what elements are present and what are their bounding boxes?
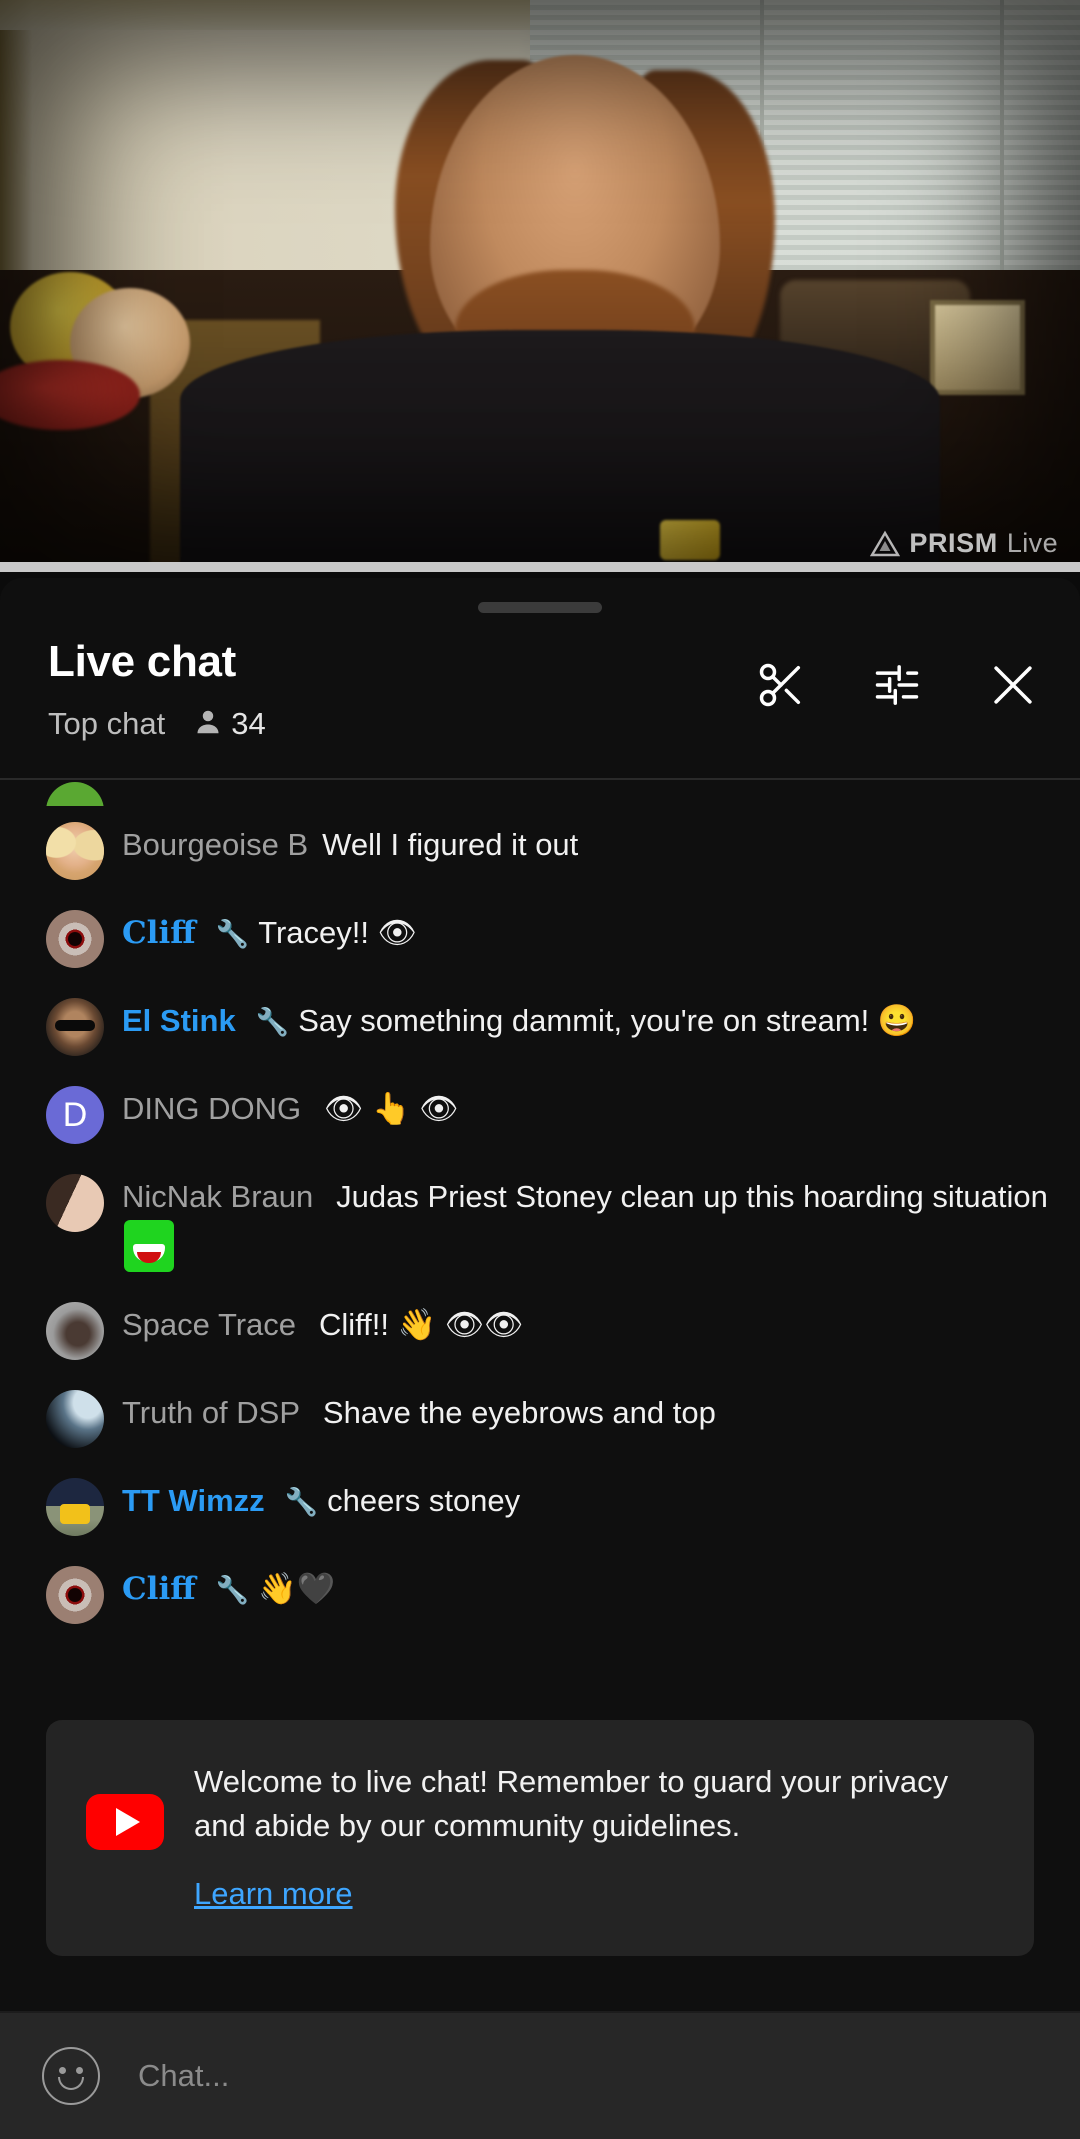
avatar[interactable] — [46, 1174, 104, 1232]
watermark-suffix: Live — [1006, 528, 1058, 558]
chat-username[interactable]: DING DONG — [122, 1091, 301, 1126]
live-chat-notice: Welcome to live chat! Remember to guard … — [46, 1720, 1034, 1957]
prism-triangle-icon — [870, 530, 901, 558]
chat-mode-label[interactable]: Top chat — [48, 706, 165, 742]
avatar-initial: D — [46, 1086, 104, 1144]
chat-message[interactable]: El Stink 🔧 Say something dammit, you're o… — [0, 982, 1080, 1070]
video-progress-bar[interactable] — [0, 562, 1080, 572]
learn-more-link[interactable]: Learn more — [194, 1876, 353, 1912]
custom-emoji-green-face — [124, 1219, 174, 1272]
chat-message[interactable]: Truth of DSP Shave the eyebrows and top — [0, 1374, 1080, 1462]
chat-username[interactable]: El Stink — [122, 1003, 236, 1038]
chat-input-bar[interactable]: Chat... — [0, 2011, 1080, 2139]
chat-message-text: cheers stoney — [327, 1482, 521, 1518]
avatar[interactable]: D — [46, 1086, 104, 1144]
chat-message-text: 👁 👆 👁 — [324, 1091, 459, 1126]
chat-message-text: Shave the eyebrows and top — [322, 1394, 716, 1430]
chat-message-text: Tracey!! 👁 — [258, 915, 417, 950]
chat-message-partial[interactable] — [0, 780, 1080, 806]
moderator-badge-icon: 🔧 — [215, 1574, 250, 1605]
avatar[interactable] — [46, 910, 104, 968]
chat-message-list[interactable]: Bourgeoise B Well I figured it out Cliff 🔧… — [0, 780, 1080, 1708]
youtube-logo-icon — [86, 1794, 164, 1850]
chat-message[interactable]: Cliff 🔧 👋🖤 — [0, 1550, 1080, 1638]
chat-message-text: Well I figured it out — [322, 827, 579, 862]
prism-live-watermark: PRISM Live — [870, 528, 1058, 559]
chat-username[interactable]: Bourgeoise B — [122, 827, 308, 862]
moderator-badge-icon: 🔧 — [284, 1486, 319, 1517]
watermark-brand: PRISM — [909, 528, 998, 558]
video-vignette — [0, 0, 1080, 572]
chat-username[interactable]: Space Trace — [122, 1307, 296, 1342]
notice-text: Welcome to live chat! Remember to guard … — [194, 1764, 949, 1844]
chat-username[interactable]: Cliff — [122, 1571, 196, 1607]
chat-message[interactable]: Bourgeoise B Well I figured it out — [0, 806, 1080, 894]
avatar[interactable] — [46, 822, 104, 880]
moderator-badge-icon: 🔧 — [215, 919, 250, 949]
tune-icon[interactable] — [868, 656, 926, 714]
avatar[interactable] — [46, 998, 104, 1056]
chat-message[interactable]: D DING DONG 👁 👆 👁 — [0, 1070, 1080, 1158]
chat-message-text: Say something dammit, you're on stream! … — [298, 1003, 917, 1038]
youtube-live-chat-screen: PRISM Live Live chat Top chat 34 Bourgeo… — [0, 0, 1080, 2139]
scissors-icon[interactable] — [752, 656, 810, 714]
moderator-badge-icon: 🔧 — [255, 1007, 290, 1037]
chat-message[interactable]: Cliff 🔧 Tracey!! 👁 — [0, 894, 1080, 982]
chat-username[interactable]: NicNak Braun — [122, 1179, 313, 1214]
notice-wrapper: Welcome to live chat! Remember to guard … — [0, 1708, 1080, 1957]
close-icon[interactable] — [984, 656, 1042, 714]
chat-username[interactable]: TT Wimzz — [122, 1483, 265, 1518]
viewer-count-group: 34 — [193, 706, 266, 742]
emoji-smiley-icon[interactable] — [42, 2047, 100, 2105]
person-icon — [193, 707, 223, 742]
avatar[interactable] — [46, 1389, 104, 1448]
avatar[interactable] — [46, 782, 104, 806]
avatar[interactable] — [46, 1477, 104, 1536]
viewer-count: 34 — [231, 706, 266, 741]
chat-username[interactable]: Truth of DSP — [122, 1395, 300, 1430]
chat-message[interactable]: TT Wimzz 🔧 cheers stoney — [0, 1462, 1080, 1550]
chat-header-actions — [752, 656, 1042, 714]
avatar[interactable] — [46, 1565, 104, 1624]
chat-username[interactable]: Cliff — [122, 915, 196, 951]
chat-message[interactable]: NicNak Braun Judas Priest Stoney clean u… — [0, 1158, 1080, 1286]
chat-message-text: 👋🖤 — [258, 1570, 336, 1606]
chat-header: Live chat Top chat 34 — [0, 578, 1080, 778]
chat-message[interactable]: Space Trace Cliff!! 👋 👁👁 — [0, 1286, 1080, 1374]
chat-message-text: Cliff!! 👋 👁👁 — [318, 1306, 524, 1342]
avatar[interactable] — [46, 1301, 104, 1360]
chat-message-text: Judas Priest Stoney clean up this hoardi… — [336, 1179, 1048, 1214]
video-player[interactable]: PRISM Live — [0, 0, 1080, 572]
chat-input[interactable]: Chat... — [138, 2058, 229, 2094]
live-chat-sheet: Live chat Top chat 34 Bourgeoise B Well … — [0, 578, 1080, 2139]
